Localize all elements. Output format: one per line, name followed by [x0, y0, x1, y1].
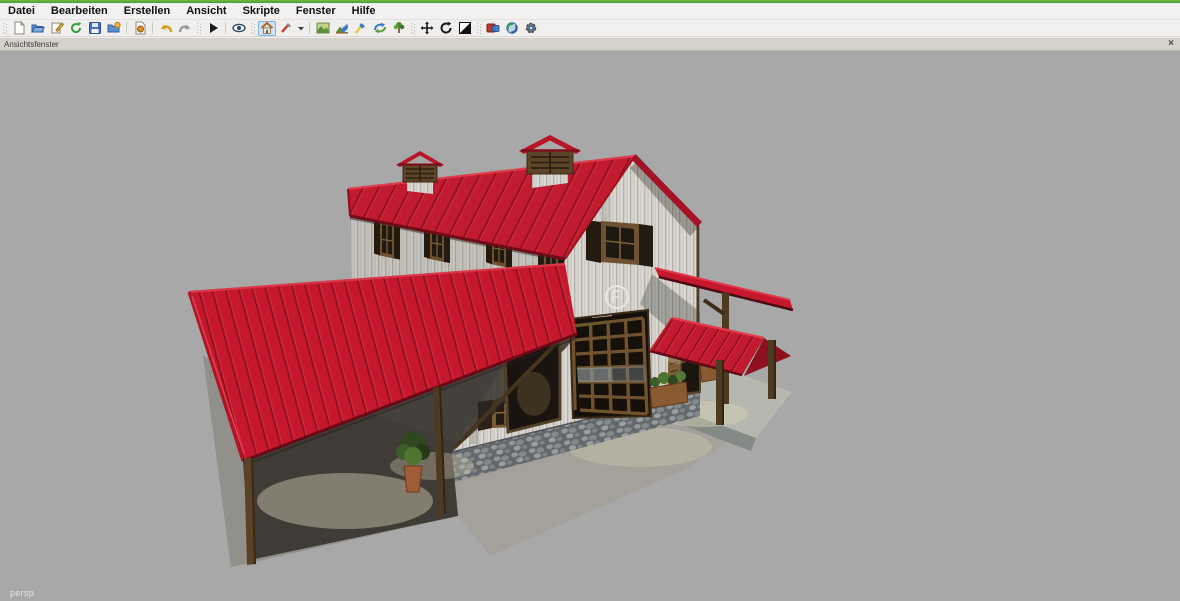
shader-reload-button[interactable] — [503, 21, 521, 36]
toolbar-grip — [197, 23, 201, 34]
close-icon[interactable]: × — [1162, 39, 1180, 49]
menu-skripte[interactable]: Skripte — [235, 4, 288, 19]
paintbrush-icon — [354, 21, 368, 35]
camera-label: persp — [10, 588, 34, 598]
toolbar-grip — [411, 23, 415, 34]
menu-datei[interactable]: Datei — [0, 4, 43, 19]
undo-button[interactable] — [157, 21, 175, 36]
terrain-info-layer-button[interactable] — [371, 21, 389, 36]
eye-icon — [232, 21, 246, 35]
viewport-panel-header: Ansichtsfenster × — [0, 37, 1180, 51]
chevron-down-icon — [297, 21, 305, 35]
viewport-panel-title: Ansichtsfenster — [0, 40, 59, 49]
globe-arrows-icon — [505, 21, 519, 35]
house-icon — [260, 21, 274, 35]
toolbar-separator — [152, 22, 153, 34]
edit-file-button[interactable] — [48, 21, 66, 36]
gear-icon — [524, 21, 538, 35]
import-page-icon — [133, 21, 147, 35]
toggle-visibility-button[interactable] — [230, 21, 248, 36]
new-file-icon — [12, 21, 26, 35]
open-folder-icon — [31, 21, 45, 35]
garage-door — [570, 310, 651, 418]
menu-bar: Datei Bearbeiten Erstellen Ansicht Skrip… — [0, 3, 1180, 20]
play-button[interactable] — [204, 21, 222, 36]
reload-scene-button[interactable] — [67, 21, 85, 36]
terrain-sculpt-icon — [316, 21, 330, 35]
airbrush-icon — [279, 21, 293, 35]
render-box-icon — [486, 21, 500, 35]
tree-brush-button[interactable] — [390, 21, 408, 36]
terrain-foliage-paint-button[interactable] — [352, 21, 370, 36]
terrain-sculpt-button[interactable] — [314, 21, 332, 36]
menu-erstellen[interactable]: Erstellen — [116, 4, 178, 19]
redo-button[interactable] — [176, 21, 194, 36]
viewport-3d[interactable]: persp — [0, 51, 1180, 601]
play-icon — [206, 21, 220, 35]
translate-mode-button[interactable] — [418, 21, 436, 36]
toolbar-grip — [251, 23, 255, 34]
toolbar-separator — [225, 22, 226, 34]
terrain-paint-button[interactable] — [333, 21, 351, 36]
frame-selected-button[interactable] — [258, 21, 276, 36]
info-layer-icon — [373, 21, 387, 35]
toolbar-grip — [3, 23, 7, 34]
gable-window — [586, 220, 653, 267]
export-button[interactable] — [105, 21, 123, 36]
scene-canvas — [0, 51, 1180, 601]
menu-bearbeiten[interactable]: Bearbeiten — [43, 4, 116, 19]
rotate-arrow-icon — [439, 21, 453, 35]
menu-fenster[interactable]: Fenster — [288, 4, 344, 19]
undo-arrow-icon — [159, 21, 173, 35]
open-file-button[interactable] — [29, 21, 47, 36]
move-arrows-icon — [420, 21, 434, 35]
toolbar — [0, 20, 1180, 37]
export-folder-icon — [107, 21, 121, 35]
new-file-button[interactable] — [10, 21, 28, 36]
toolbar-grip — [477, 23, 481, 34]
menu-hilfe[interactable]: Hilfe — [344, 4, 384, 19]
toolbar-separator — [126, 22, 127, 34]
rotate-mode-button[interactable] — [437, 21, 455, 36]
menu-ansicht[interactable]: Ansicht — [178, 4, 234, 19]
redo-arrow-icon — [178, 21, 192, 35]
preferences-button[interactable] — [522, 21, 540, 36]
render-mode-button[interactable] — [484, 21, 502, 36]
reload-icon — [69, 21, 83, 35]
plant-icon — [392, 21, 406, 35]
save-floppy-icon — [88, 21, 102, 35]
brush-options-button[interactable] — [296, 21, 306, 36]
terrain-paint-icon — [335, 21, 349, 35]
interactive-brush-button[interactable] — [277, 21, 295, 36]
toolbar-separator — [309, 22, 310, 34]
edit-page-icon — [50, 21, 64, 35]
scale-mode-button[interactable] — [456, 21, 474, 36]
save-button[interactable] — [86, 21, 104, 36]
scale-square-icon — [458, 21, 472, 35]
import-asset-button[interactable] — [131, 21, 149, 36]
